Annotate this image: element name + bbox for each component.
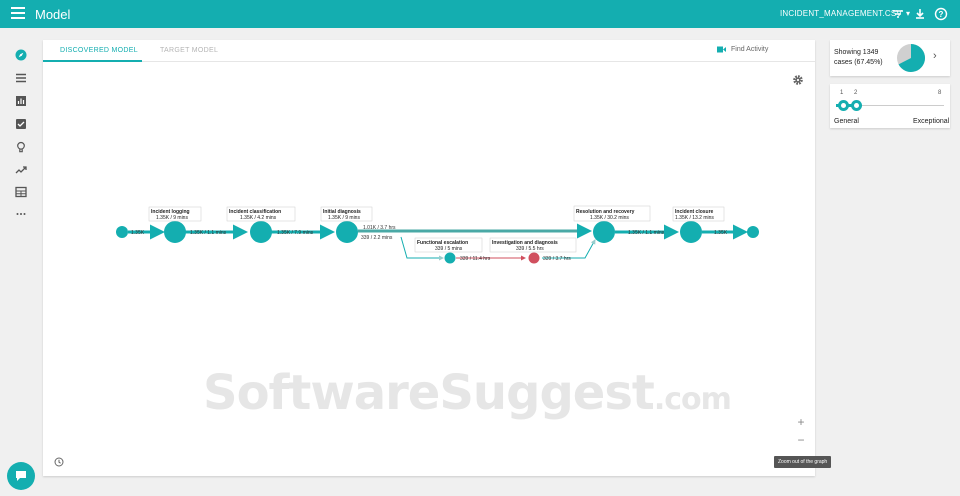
help-icon[interactable]: ?: [934, 7, 948, 21]
filter-icon[interactable]: [891, 7, 905, 21]
table-icon[interactable]: [14, 185, 28, 199]
cases-summary-card: Showing 1349 cases (67.45%) ›: [830, 40, 950, 76]
node-resolution-recovery[interactable]: Resolution and recovery 1.35K / 30.2 min…: [573, 205, 651, 243]
hamburger-menu-icon[interactable]: [11, 7, 25, 21]
dataset-name: INCIDENT_MANAGEMENT.CSV: [780, 9, 902, 18]
edge-label-diagnosis-escalation: 339 / 2.2 mins: [361, 235, 393, 241]
cases-text: Showing 1349 cases (67.45%): [834, 48, 896, 68]
history-icon[interactable]: [54, 454, 64, 467]
more-icon[interactable]: [14, 207, 28, 221]
watermark: SoftwareSuggest.com: [203, 365, 732, 421]
node-stats: 1.35K / 9 mins: [156, 215, 188, 221]
list-icon[interactable]: [14, 71, 28, 85]
watermark-main: SoftwareSuggest: [203, 365, 655, 421]
model-tabs: DISCOVERED MODEL TARGET MODEL Find Activ…: [43, 40, 815, 62]
edge-label-start: 1.35K: [131, 230, 145, 236]
node-incident-classification[interactable]: Incident classification 1.35K / 4.2 mins: [226, 206, 296, 243]
active-tab-indicator: [43, 60, 142, 62]
node-stats: 1.35K / 4.2 mins: [240, 215, 277, 221]
svg-text:?: ?: [939, 10, 944, 19]
trend-icon[interactable]: [14, 163, 28, 177]
find-activity-button[interactable]: Find Activity: [717, 46, 768, 53]
slider-max-label: 8: [938, 90, 942, 96]
graph-settings-gear-icon[interactable]: [792, 73, 804, 85]
variant-slider-card: 1 2 8 General Exceptional: [830, 84, 950, 128]
node-stats: 1.35K / 30.2 mins: [590, 215, 629, 221]
node-stats: 339 / 5.5 hrs: [516, 246, 544, 252]
node-stats: 1.35K / 9 mins: [328, 215, 360, 221]
zoom-out-button[interactable]: −: [796, 434, 806, 446]
slider-general-label: General: [834, 118, 859, 125]
compass-icon[interactable]: [14, 48, 28, 62]
chevron-right-icon[interactable]: ›: [933, 50, 937, 62]
video-camera-icon: [717, 46, 726, 53]
cases-count: Showing 1349: [834, 49, 879, 56]
start-node[interactable]: [116, 226, 128, 238]
watermark-suffix: .com: [653, 382, 732, 417]
node-incident-logging[interactable]: Incident logging 1.35K / 9 mins: [148, 206, 202, 243]
slider-exceptional-label: Exceptional: [913, 118, 950, 125]
zoom-tooltip: Zoom out of the graph: [774, 456, 832, 468]
edge-label-logging-classification: 1.35K / 1.1 mins: [190, 230, 227, 236]
left-nav: [0, 28, 42, 496]
end-node[interactable]: [747, 226, 759, 238]
slider-value-label: 2: [854, 90, 858, 96]
edge-label-closure-end: 1.35K: [714, 230, 728, 236]
zoom-in-button[interactable]: +: [796, 416, 806, 428]
slider-handle-min[interactable]: [838, 100, 849, 111]
edge-label-classification-diagnosis: 1.35K / 7.9 mins: [277, 230, 314, 236]
node-stats: 339 / 5 mins: [435, 246, 463, 252]
node-incident-closure[interactable]: Incident closure 1.35K / 13.2 mins: [672, 206, 725, 243]
chat-icon: [16, 471, 26, 481]
page-title: Model: [35, 7, 71, 22]
download-icon[interactable]: [913, 7, 927, 21]
lightbulb-icon[interactable]: [14, 140, 28, 154]
tab-discovered-model[interactable]: DISCOVERED MODEL: [60, 47, 138, 54]
edge-label-diagnosis-resolution: 1.01K / 3.7 hrs: [363, 225, 396, 231]
chat-button[interactable]: [7, 462, 35, 490]
node-stats: 1.35K / 13.2 mins: [675, 215, 714, 221]
edge-label-resolution-closure: 1.35K / 1.1 mins: [628, 230, 665, 236]
slider-handle-max[interactable]: [851, 100, 862, 111]
top-bar: Model INCIDENT_MANAGEMENT.CSV ▾ ?: [0, 0, 960, 28]
slider-min-label: 1: [840, 90, 844, 96]
chevron-down-icon: ▾: [905, 9, 911, 18]
tab-target-model[interactable]: TARGET MODEL: [160, 47, 218, 54]
edge-label-investigation-resolution: 339 / 3.7 hrs: [543, 256, 571, 262]
edge-label-escalation-investigation: 339 / 11.4 hrs: [460, 256, 491, 262]
checklist-icon[interactable]: [14, 117, 28, 131]
find-activity-label: Find Activity: [731, 46, 769, 53]
model-card: 1.35K 1.35K / 1.1 mins 1.35K / 7.9 mins …: [43, 40, 832, 476]
cases-percent: cases (67.45%): [834, 59, 883, 66]
cases-pie-chart: [897, 44, 926, 72]
bar-chart-icon[interactable]: [14, 94, 28, 108]
